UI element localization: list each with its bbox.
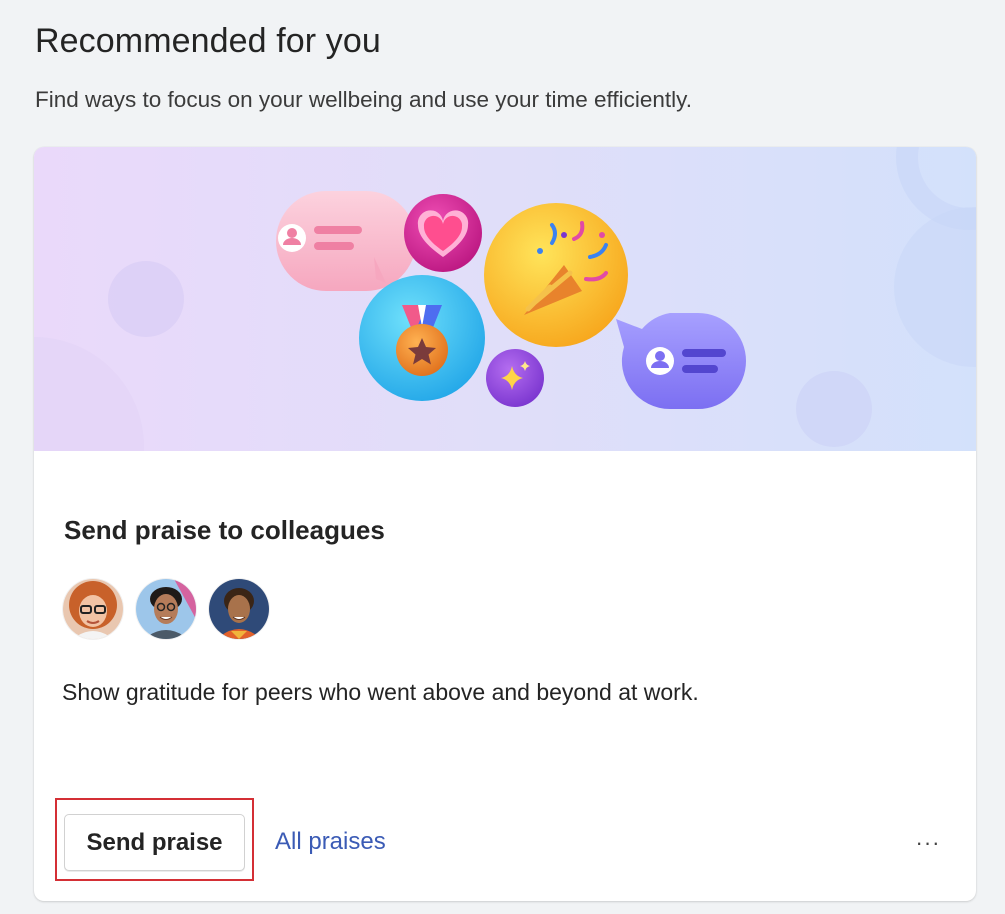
more-icon[interactable]: ··· (904, 827, 952, 859)
card-description: Show gratitude for peers who went above … (62, 679, 699, 705)
medal-icon (359, 275, 485, 401)
avatar-group (63, 579, 269, 639)
recommendation-card: Send praise to colleagues Show gratitude… (34, 147, 976, 901)
card-title: Send praise to colleagues (64, 515, 385, 545)
avatar[interactable] (209, 579, 269, 639)
avatar[interactable] (136, 579, 196, 639)
send-praise-button[interactable]: Send praise (64, 814, 245, 871)
page-title: Recommended for you (35, 22, 381, 60)
banner-illustration (34, 147, 976, 451)
chat-bubble-pink-icon (276, 191, 416, 291)
sparkles-icon (486, 349, 544, 407)
heart-icon (404, 194, 482, 272)
avatar[interactable] (63, 579, 123, 639)
all-praises-link[interactable]: All praises (275, 828, 386, 856)
party-popper-icon (484, 203, 628, 347)
page-subtitle: Find ways to focus on your wellbeing and… (35, 87, 693, 112)
